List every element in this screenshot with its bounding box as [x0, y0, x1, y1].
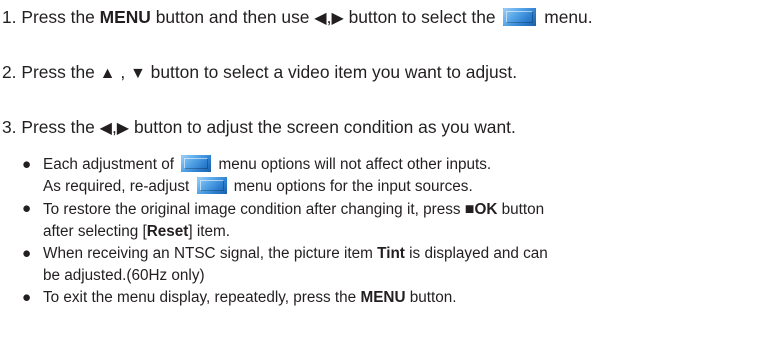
- menu-button-label: MENU: [99, 7, 151, 27]
- square-icon: ■: [464, 200, 475, 218]
- bullet-icon: ●: [22, 156, 32, 173]
- note-item: ● Each adjustment of menu options will n…: [22, 155, 492, 195]
- reset-item-label: Reset: [146, 223, 189, 240]
- step-number: 2.: [2, 62, 17, 82]
- right-arrow-icon: ▶: [331, 10, 344, 27]
- note-item: ● To restore the original image conditio…: [22, 200, 545, 240]
- down-arrow-icon: ▼: [129, 65, 146, 82]
- step-2: 2. Press the ▲ , ▼ button to select a vi…: [2, 62, 518, 82]
- step-number: 1.: [2, 7, 17, 27]
- step-3: 3. Press the ◀,▶ button to adjust the sc…: [2, 117, 516, 137]
- note-item: ● When receiving an NTSC signal, the pic…: [22, 245, 548, 284]
- note-item: ● To exit the menu display, repeatedly, …: [22, 287, 779, 309]
- step-number: 3.: [2, 117, 17, 137]
- left-arrow-icon: ◀: [99, 120, 112, 137]
- bullet-icon: ●: [22, 289, 32, 306]
- up-arrow-icon: ▲: [99, 65, 116, 82]
- picture-menu-icon: [196, 177, 227, 194]
- picture-menu-icon: [181, 155, 212, 172]
- picture-menu-icon: [503, 8, 537, 26]
- notes-list: ● Each adjustment of menu options will n…: [22, 154, 779, 309]
- bullet-icon: ●: [22, 200, 32, 217]
- right-arrow-icon: ▶: [116, 120, 130, 137]
- step-1: 1. Press the MENU button and then use ◀,…: [2, 7, 593, 27]
- menu-button-label: MENU: [360, 289, 406, 306]
- bullet-icon: ●: [22, 245, 32, 262]
- ok-button-label: OK: [474, 201, 498, 218]
- left-arrow-icon: ◀: [314, 10, 327, 27]
- tint-item-label: Tint: [377, 245, 405, 262]
